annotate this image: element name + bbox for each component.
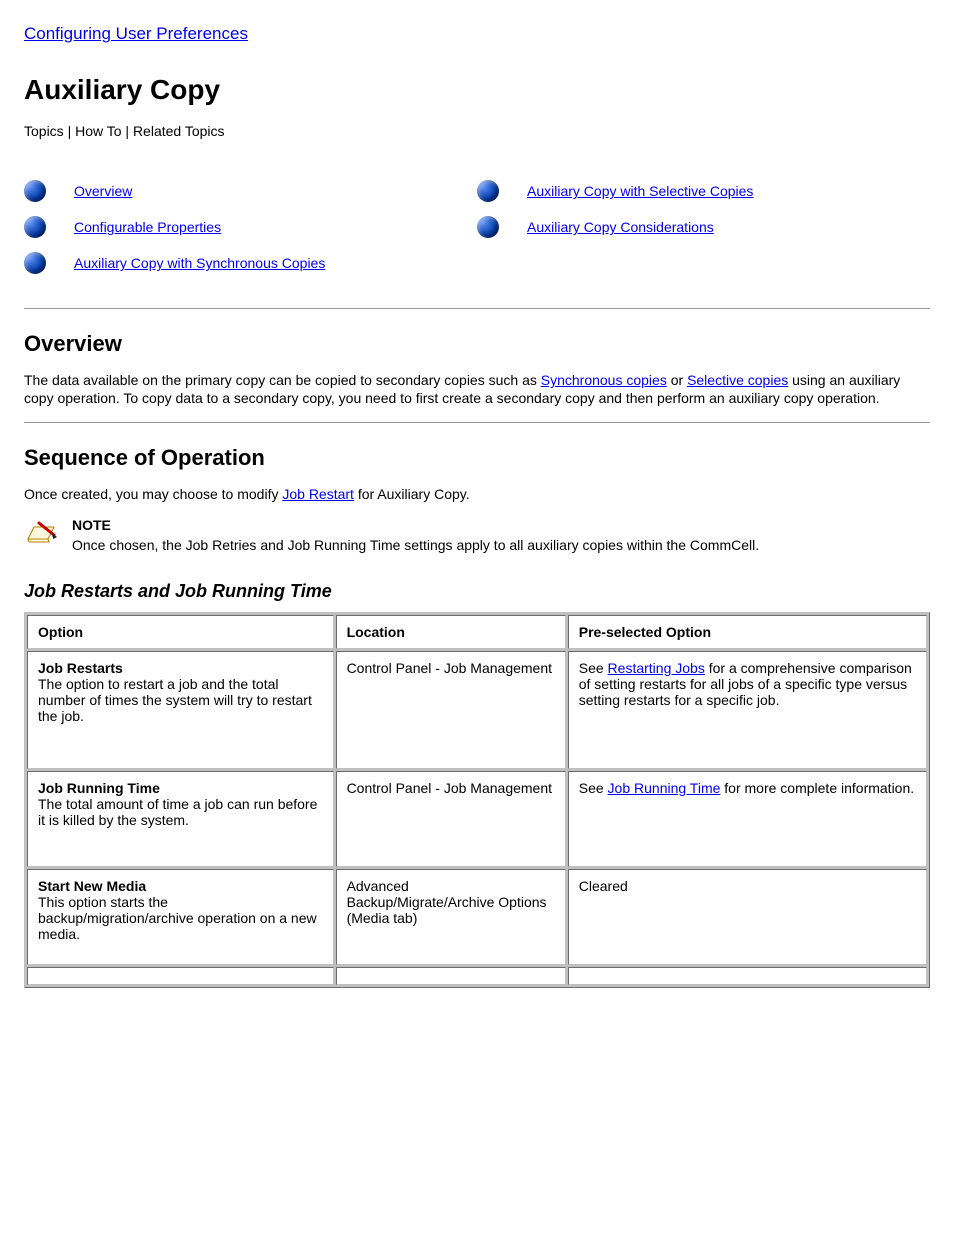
divider bbox=[24, 308, 930, 309]
ref-pre: See bbox=[579, 780, 608, 796]
cell-option: Start New Media This option starts the b… bbox=[27, 869, 334, 965]
intro-text: Topics | How To | Related Topics bbox=[24, 122, 930, 140]
config-heading: Sequence of Operation bbox=[24, 445, 930, 471]
see-also-pre: Once created, you may choose to modify bbox=[24, 486, 282, 502]
parameters-table: Option Location Pre-selected Option Job … bbox=[24, 612, 930, 988]
job-restart-heading: Job Restarts and Job Running Time bbox=[24, 581, 930, 602]
cell-option: Job Restarts The option to restart a job… bbox=[27, 651, 334, 769]
opt-name: Job Running Time bbox=[38, 780, 160, 796]
page-title: Auxiliary Copy bbox=[24, 74, 930, 106]
col-location: Location bbox=[336, 615, 566, 649]
topic-link-aux-copy-sync[interactable]: Auxiliary Copy with Synchronous Copies bbox=[74, 255, 325, 271]
see-also-link-job-restart[interactable]: Job Restart bbox=[282, 486, 354, 502]
opt-desc: This option starts the backup/migration/… bbox=[38, 894, 317, 942]
opt-desc: The total amount of time a job can run b… bbox=[38, 796, 317, 828]
cell-empty bbox=[336, 967, 566, 985]
table-row: Job Running Time The total amount of tim… bbox=[27, 771, 927, 867]
opt-name: Job Restarts bbox=[38, 660, 123, 676]
note-icon bbox=[24, 517, 58, 547]
opt-desc: The option to restart a job and the tota… bbox=[38, 676, 312, 724]
see-also-post: for Auxiliary Copy. bbox=[358, 486, 470, 502]
table-header-row: Option Location Pre-selected Option bbox=[27, 615, 927, 649]
bullet-icon bbox=[477, 216, 499, 238]
table-row: Start New Media This option starts the b… bbox=[27, 869, 927, 965]
col-preselected: Pre-selected Option bbox=[568, 615, 927, 649]
opt-name: Start New Media bbox=[38, 878, 146, 894]
bullet-icon bbox=[24, 252, 46, 274]
cell-empty bbox=[568, 967, 927, 985]
see-also-paragraph: Once created, you may choose to modify J… bbox=[24, 485, 930, 503]
cell-location: Advanced Backup/Migrate/Archive Options … bbox=[336, 869, 566, 965]
ref-pre: See bbox=[579, 660, 608, 676]
overview-text-mid: or bbox=[671, 372, 687, 388]
topic-item: Auxiliary Copy with Synchronous Copies bbox=[24, 252, 477, 274]
ref-post: for more complete information. bbox=[724, 780, 914, 796]
topic-link-aux-copy-considerations[interactable]: Auxiliary Copy Considerations bbox=[527, 219, 714, 235]
topic-item: Auxiliary Copy with Selective Copies bbox=[477, 180, 930, 202]
table-row bbox=[27, 967, 927, 985]
note-content: NOTE Once chosen, the Job Retries and Jo… bbox=[72, 517, 759, 553]
ref-link-job-running-time[interactable]: Job Running Time bbox=[608, 780, 721, 796]
topic-item: Overview bbox=[24, 180, 477, 202]
breadcrumb-link[interactable]: Configuring User Preferences bbox=[24, 24, 248, 43]
overview-heading: Overview bbox=[24, 331, 930, 357]
topic-link-overview[interactable]: Overview bbox=[74, 183, 132, 199]
overview-link-selective-copies[interactable]: Selective copies bbox=[687, 372, 788, 388]
topic-item: Auxiliary Copy Considerations bbox=[477, 216, 930, 238]
cell-option: Job Running Time The total amount of tim… bbox=[27, 771, 334, 867]
note-text: Once chosen, the Job Retries and Job Run… bbox=[72, 537, 759, 553]
topics-list: Overview Configurable Properties Auxilia… bbox=[24, 166, 930, 288]
note-block: NOTE Once chosen, the Job Retries and Jo… bbox=[24, 517, 930, 553]
ref-link-restarting-jobs[interactable]: Restarting Jobs bbox=[608, 660, 705, 676]
col-option: Option bbox=[27, 615, 334, 649]
cell-empty bbox=[27, 967, 334, 985]
bullet-icon bbox=[477, 180, 499, 202]
overview-link-sync-copies[interactable]: Synchronous copies bbox=[541, 372, 667, 388]
cell-reference: Cleared bbox=[568, 869, 927, 965]
overview-text-pre: The data available on the primary copy c… bbox=[24, 372, 541, 388]
cell-reference: See Restarting Jobs for a comprehensive … bbox=[568, 651, 927, 769]
cell-location: Control Panel - Job Management bbox=[336, 771, 566, 867]
table-row: Job Restarts The option to restart a job… bbox=[27, 651, 927, 769]
overview-paragraph: The data available on the primary copy c… bbox=[24, 371, 930, 407]
topic-link-configurable-properties[interactable]: Configurable Properties bbox=[74, 219, 221, 235]
bullet-icon bbox=[24, 216, 46, 238]
cell-location: Control Panel - Job Management bbox=[336, 651, 566, 769]
bullet-icon bbox=[24, 180, 46, 202]
cell-reference: See Job Running Time for more complete i… bbox=[568, 771, 927, 867]
divider bbox=[24, 422, 930, 423]
topic-link-aux-copy-selective[interactable]: Auxiliary Copy with Selective Copies bbox=[527, 183, 753, 199]
topic-item: Configurable Properties bbox=[24, 216, 477, 238]
breadcrumb: Configuring User Preferences bbox=[24, 24, 930, 44]
note-label: NOTE bbox=[72, 517, 759, 533]
